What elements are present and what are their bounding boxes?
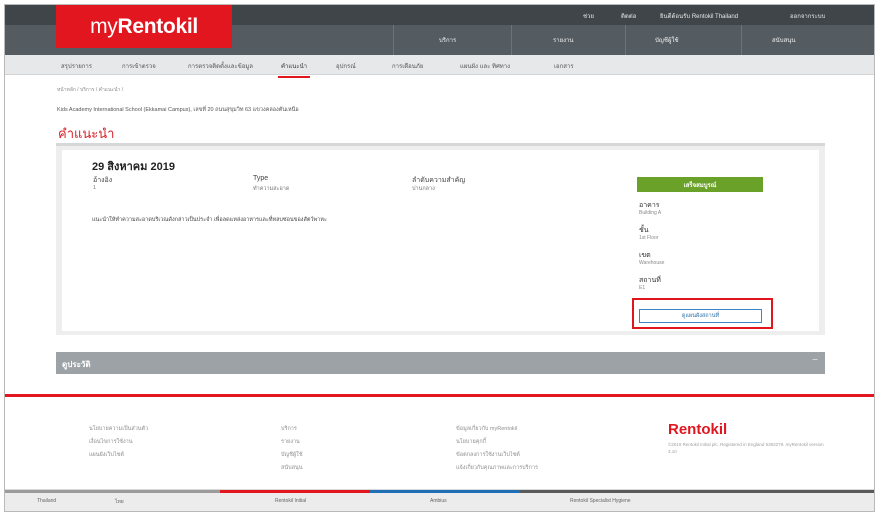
nav-services[interactable]: บริการ: [400, 35, 496, 59]
bottom-bar: Thailand ไทย Rentokil Initial Ambius Ren…: [5, 489, 874, 511]
subnav-inspections[interactable]: การตรวจติดตั้งและข้อมูล: [188, 61, 253, 71]
footer-legal-text: ©2019 Rentokil Initial plc. Registered i…: [668, 442, 824, 454]
footer-reports-link[interactable]: รายงาน: [281, 438, 300, 446]
footer-sitemap-link[interactable]: แผนผังเว็บไซต์: [89, 451, 124, 459]
logo-text: myRentokil: [90, 14, 198, 38]
subnav-devices[interactable]: อุปกรณ์: [336, 61, 356, 71]
subnav-visits[interactable]: การเข้าตรวจ: [122, 61, 156, 71]
footer-divider: [5, 394, 874, 397]
bottom-bar-accent: [5, 490, 220, 493]
footer-account-link[interactable]: บัญชีผู้ใช้: [281, 451, 303, 459]
rentokil-initial-link[interactable]: Rentokil Initial: [275, 498, 306, 504]
subnav-summary[interactable]: สรุปรายการ: [61, 61, 92, 71]
language-selector[interactable]: ไทย: [115, 498, 124, 506]
subnav-alerts[interactable]: การเตือนภัย: [392, 61, 423, 71]
footer-privacy-link[interactable]: นโยบายความเป็นส่วนตัว: [89, 425, 148, 433]
reference-value: 1: [93, 185, 97, 191]
app-frame: ช่วย ติดต่อ ยินดีต้อนรับ Rentokil Thaila…: [4, 4, 875, 512]
footer-website-terms-link[interactable]: ข้อตกลงการใช้งานเว็บไซต์: [456, 451, 520, 459]
bottom-bar-accent: [520, 490, 874, 493]
footer-terms-link[interactable]: เงื่อนไขการใช้งาน: [89, 438, 132, 446]
footer-feedback-link[interactable]: แจ้งเกี่ยวกับคุณภาพและการบริการ: [456, 464, 538, 472]
nav-support[interactable]: สนับสนุน: [772, 35, 795, 45]
collapse-icon[interactable]: −: [812, 355, 818, 366]
recommendation-description: แนะนำให้ทำความสะอาดบริเวณดังกล่าวเป็นประ…: [92, 217, 327, 223]
type-label: Type: [253, 175, 269, 182]
location-value: E1: [639, 285, 646, 291]
nav-account[interactable]: บัญชีผู้ใช้: [655, 35, 679, 45]
highlight-box: [632, 298, 773, 329]
help-link[interactable]: ช่วย: [583, 11, 594, 21]
zone-value: Warehouse: [639, 260, 665, 266]
priority-value: ปานกลาง: [412, 186, 435, 192]
sub-nav-bar: สรุปรายการ การเข้าตรวจ การตรวจติดตั้งและ…: [5, 55, 874, 78]
specialist-hygiene-link[interactable]: Rentokil Specialist Hygiene: [570, 498, 631, 504]
status-badge: เสร็จสมบูรณ์: [637, 177, 763, 192]
history-title: ดูประวัติ: [62, 360, 91, 369]
subnav-recommendations[interactable]: คำแนะนำ: [277, 61, 311, 78]
footer-rentokil-logo: Rentokil: [668, 421, 728, 438]
nav-divider: [393, 25, 394, 55]
nav-divider: [625, 25, 626, 55]
nav-divider: [741, 25, 742, 55]
nav-reports[interactable]: รายงาน: [553, 35, 574, 45]
ambius-link[interactable]: Ambius: [430, 498, 447, 504]
bottom-bar-accent: [370, 490, 520, 493]
subnav-maps[interactable]: แผนผัง และ ทิศทาง: [460, 61, 510, 71]
myrentokil-logo[interactable]: myRentokil: [56, 5, 232, 48]
country-selector[interactable]: Thailand: [37, 498, 56, 504]
logout-link[interactable]: ออกจากระบบ: [790, 11, 825, 21]
breadcrumb[interactable]: หน้าหลัก / บริการ / คำแนะนำ /: [57, 86, 123, 94]
recommendation-date: 29 สิงหาคม 2019: [92, 161, 175, 173]
nav-divider: [511, 25, 512, 55]
bottom-bar-accent: [220, 490, 370, 493]
footer-about-link[interactable]: ข้อมูลเกี่ยวกับ myRentokil: [456, 425, 517, 433]
floor-value: 1st Floor: [639, 235, 659, 241]
welcome-user-link[interactable]: ยินดีต้อนรับ Rentokil Thailand: [660, 11, 738, 21]
footer-cookie-link[interactable]: นโยบายคุกกี้: [456, 438, 486, 446]
page-title: คำแนะนำ: [58, 126, 115, 141]
footer-support-link[interactable]: สนับสนุน: [281, 464, 302, 472]
type-value: ทำความสะอาด: [253, 186, 290, 192]
subnav-documents[interactable]: เอกสาร: [554, 61, 574, 71]
history-section-header[interactable]: ดูประวัติ −: [56, 352, 825, 374]
footer-services-link[interactable]: บริการ: [281, 425, 297, 433]
building-value: Building A: [639, 210, 662, 216]
site-address: Kids Academy International School (Ekkam…: [57, 107, 299, 113]
contact-link[interactable]: ติดต่อ: [621, 11, 636, 21]
